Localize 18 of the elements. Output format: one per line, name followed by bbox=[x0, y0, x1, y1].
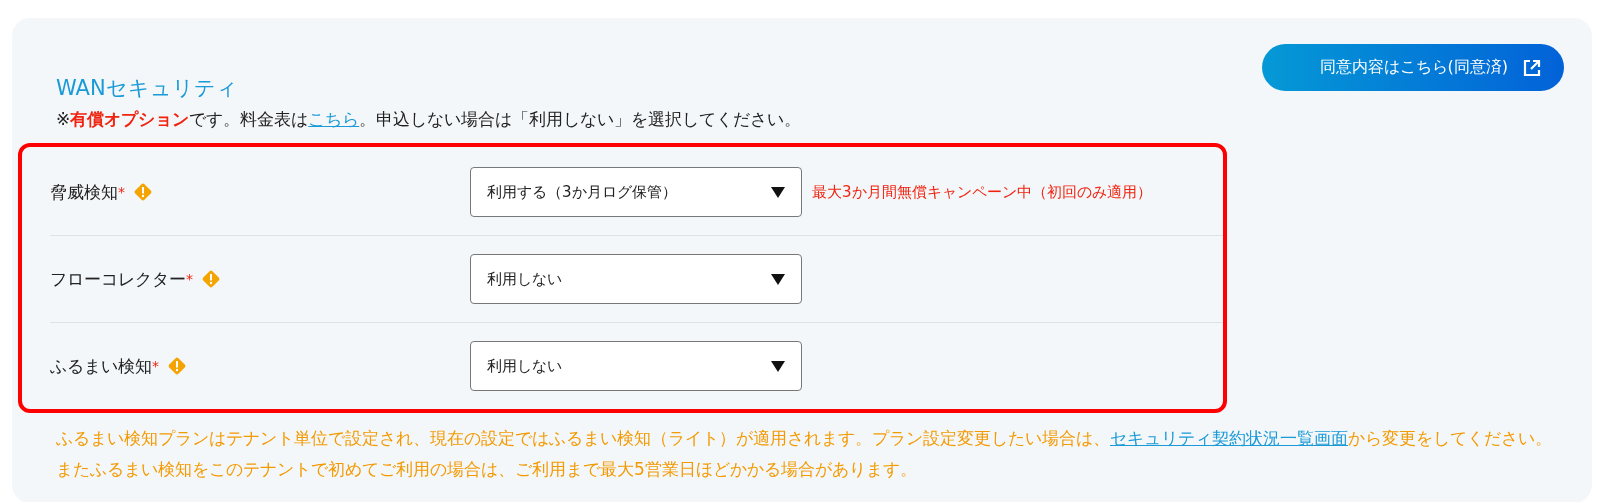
field-label: 脅威検知 bbox=[50, 180, 118, 204]
required-mark: * bbox=[152, 358, 159, 374]
option-select[interactable]: 利用する（3か月ログ保管） bbox=[470, 167, 802, 217]
caret-icon bbox=[771, 186, 785, 198]
option-select[interactable]: 利用しない bbox=[470, 341, 802, 391]
notice-text: ※有償オプションです。料金表はこちら。申込しない場合は「利用しない」を選択してください。 bbox=[56, 108, 803, 131]
field-label: ふるまい検知 bbox=[50, 354, 152, 378]
required-mark: * bbox=[118, 184, 125, 200]
footnote-text: ふるまい検知プランはテナント単位で設定され、現在の設定ではふるまい検知（ライト）が適用されます。プラン設定変更したい場合は、セキュリティ契約状況一覧画面から変更をしてください。またふるまい検知をこのテナントで初めてご利用の場合は、ご利用まで最大5営業日ほどかかる場合があります。 bbox=[56, 427, 1553, 481]
field-label: フローコレクター bbox=[50, 267, 186, 291]
option-select[interactable]: 利用しない bbox=[470, 254, 802, 304]
agreement-button[interactable]: 同意内容はこちら(同意済) bbox=[1261, 44, 1564, 91]
caret-icon bbox=[771, 360, 785, 372]
required-mark: * bbox=[186, 271, 193, 287]
section-title: WANセキュリティ bbox=[56, 75, 238, 102]
campaign-note: 最大3か月間無償キャンペーン中（初回のみ適用） bbox=[812, 182, 1152, 202]
external-link-icon bbox=[1522, 57, 1542, 78]
caret-icon bbox=[771, 273, 785, 285]
